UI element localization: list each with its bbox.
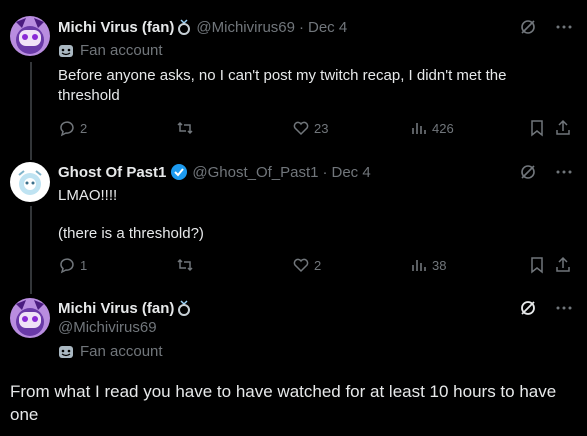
views-icon: [412, 260, 426, 271]
more-options-icon[interactable]: [555, 299, 573, 322]
verified-icon: [170, 163, 188, 181]
views-icon: [412, 123, 426, 134]
label-text: Fan account: [80, 42, 163, 59]
like-button[interactable]: 23: [292, 119, 328, 137]
reply-count: 2: [80, 120, 88, 136]
theater-masks-icon: [59, 345, 73, 358]
display-name[interactable]: Michi Virus (fan): [58, 19, 174, 36]
ring-badge-icon: [176, 18, 192, 36]
display-name[interactable]: Ghost Of Past1: [58, 164, 166, 181]
repost-icon: [177, 121, 193, 135]
views-button[interactable]: 426: [410, 119, 454, 137]
fan-account-label: Fan account: [58, 42, 163, 59]
reply-button[interactable]: 2: [58, 119, 87, 137]
tweet-text-line1: LMAO!!!!: [58, 187, 118, 204]
share-icon: [556, 119, 570, 135]
theater-masks-icon: [59, 44, 73, 57]
thread-line: [30, 62, 32, 160]
more-options-icon[interactable]: [555, 163, 573, 186]
reply-icon: [60, 258, 74, 274]
more-options-icon[interactable]: [555, 18, 573, 41]
view-count: 426: [432, 120, 454, 136]
view-count: 38: [432, 257, 447, 273]
like-button[interactable]: 2: [292, 256, 321, 274]
like-count: 2: [314, 257, 322, 273]
heart-icon: [293, 258, 309, 273]
avatar[interactable]: [10, 298, 50, 338]
bookmark-icon: [531, 120, 543, 137]
tweet-text: From what I read you have to have watche…: [10, 382, 557, 424]
ring-badge-icon: [176, 299, 192, 317]
fan-account-label: Fan account: [58, 343, 163, 360]
handle[interactable]: @Ghost_Of_Past1: [192, 164, 318, 181]
avatar[interactable]: [10, 162, 50, 202]
tweet-text-line2: (there is a threshold?): [58, 225, 204, 242]
handle[interactable]: @Michivirus69: [196, 19, 295, 36]
reply-count: 1: [80, 257, 88, 273]
separator-dot: ·: [322, 163, 328, 181]
bookmark-icon: [531, 257, 543, 274]
share-button[interactable]: [554, 256, 572, 274]
repost-button[interactable]: [176, 119, 194, 137]
timestamp[interactable]: Dec 4: [331, 164, 370, 181]
bookmark-button[interactable]: [528, 256, 546, 274]
bookmark-button[interactable]: [528, 119, 546, 137]
label-text: Fan account: [80, 343, 163, 360]
share-button[interactable]: [554, 119, 572, 137]
grok-icon[interactable]: [519, 18, 537, 41]
display-name[interactable]: Michi Virus (fan): [58, 300, 174, 317]
share-icon: [556, 256, 570, 272]
handle[interactable]: @Michivirus69: [58, 319, 157, 336]
avatar[interactable]: [10, 16, 50, 56]
grok-icon[interactable]: [519, 163, 537, 186]
heart-icon: [293, 121, 309, 136]
thread-line: [30, 206, 32, 294]
separator-dot: ·: [299, 18, 304, 36]
repost-icon: [177, 258, 193, 272]
repost-button[interactable]: [176, 256, 194, 274]
grok-icon[interactable]: [519, 299, 537, 322]
views-button[interactable]: 38: [410, 256, 446, 274]
reply-icon: [60, 121, 74, 137]
reply-button[interactable]: 1: [58, 256, 87, 274]
timestamp[interactable]: Dec 4: [308, 19, 347, 36]
like-count: 23: [314, 120, 329, 136]
tweet-text: Before anyone asks, no I can't post my t…: [58, 67, 507, 104]
